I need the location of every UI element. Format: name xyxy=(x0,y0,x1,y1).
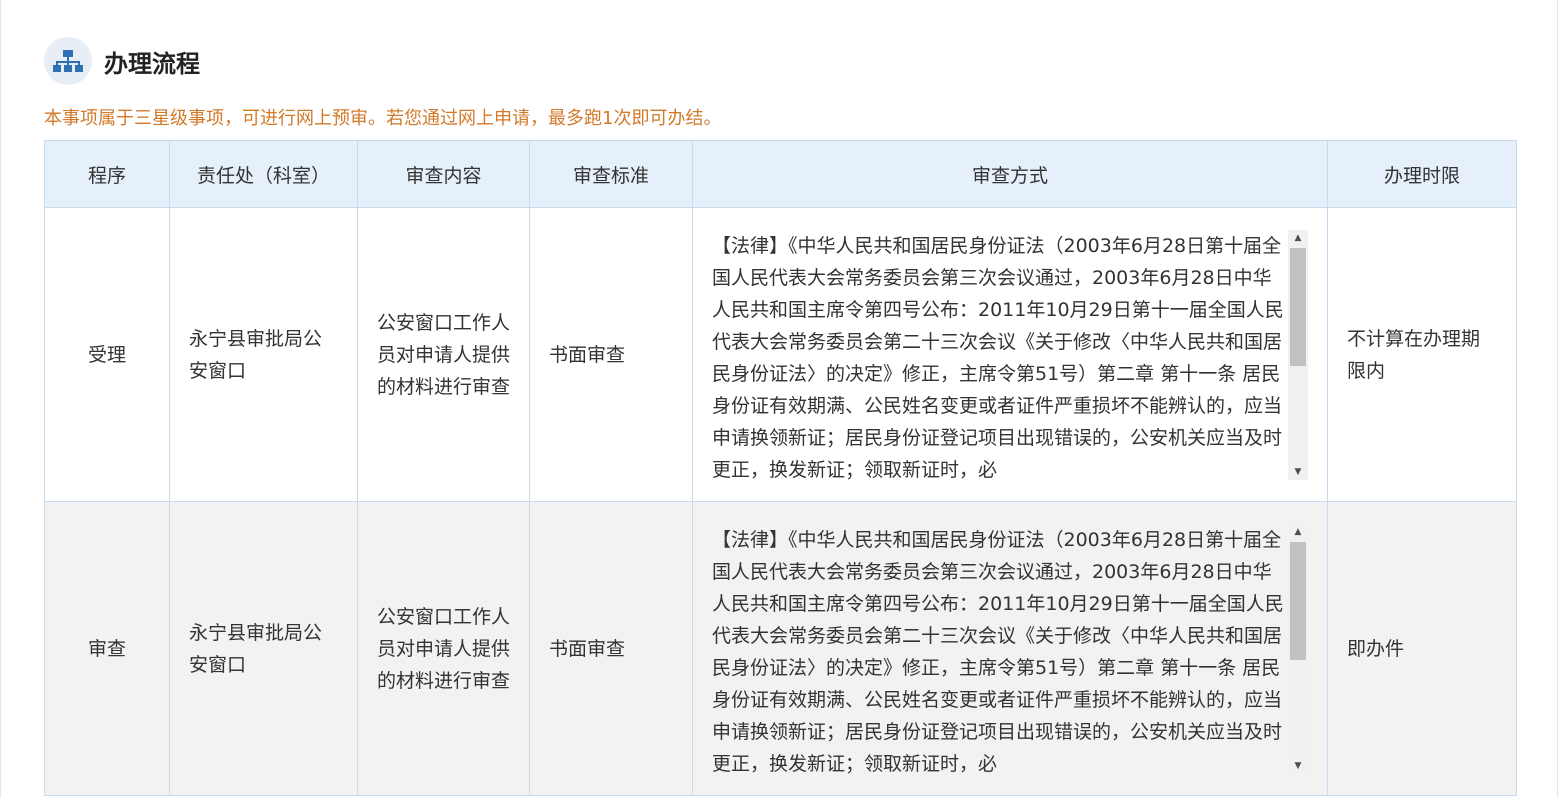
method-text: 【法律】《中华人民共和国居民身份证法（2003年6月28日第十届全国人民代表大会… xyxy=(712,234,1284,480)
table-row: 审查 永宁县审批局公安窗口 公安窗口工作人员对申请人提供的材料进行审查 书面审查… xyxy=(44,501,1517,796)
process-table: 程序 责任处（科室） 审查内容 审查标准 审查方式 办理时限 受理 永宁县审批局… xyxy=(44,140,1517,796)
header-method: 审查方式 xyxy=(692,140,1328,208)
vertical-scrollbar[interactable]: ▲ ▼ xyxy=(1288,523,1308,774)
cell-method: 【法律】《中华人民共和国居民身份证法（2003年6月28日第十届全国人民代表大会… xyxy=(692,501,1328,796)
scroll-down-arrow-icon[interactable]: ▼ xyxy=(1288,464,1308,480)
notice-text: 本事项属于三星级事项，可进行网上预审。若您通过网上申请，最多跑1次即可办结。 xyxy=(44,108,722,129)
section-title: 办理流程 xyxy=(104,49,200,78)
header-step: 程序 xyxy=(44,140,170,208)
cell-content: 公安窗口工作人员对申请人提供的材料进行审查 xyxy=(357,207,530,502)
header-dept: 责任处（科室） xyxy=(169,140,358,208)
cell-content: 公安窗口工作人员对申请人提供的材料进行审查 xyxy=(357,501,530,796)
cell-dept: 永宁县审批局公安窗口 xyxy=(169,207,358,502)
vertical-scrollbar[interactable]: ▲ ▼ xyxy=(1288,229,1308,480)
scrollbar-thumb[interactable] xyxy=(1290,247,1306,366)
scroll-down-arrow-icon[interactable]: ▼ xyxy=(1288,758,1308,774)
cell-standard: 书面审查 xyxy=(529,207,693,502)
scroll-up-arrow-icon[interactable]: ▲ xyxy=(1288,230,1308,246)
cell-dept: 永宁县审批局公安窗口 xyxy=(169,501,358,796)
header-time-limit: 办理时限 xyxy=(1327,140,1517,208)
cell-standard: 书面审查 xyxy=(529,501,693,796)
table-row: 受理 永宁县审批局公安窗口 公安窗口工作人员对申请人提供的材料进行审查 书面审查… xyxy=(44,207,1517,502)
page: 办理流程 本事项属于三星级事项，可进行网上预审。若您通过网上申请，最多跑1次即可… xyxy=(0,0,1558,798)
method-text: 【法律】《中华人民共和国居民身份证法（2003年6月28日第十届全国人民代表大会… xyxy=(712,528,1284,774)
method-scroll-box[interactable]: 【法律】《中华人民共和国居民身份证法（2003年6月28日第十届全国人民代表大会… xyxy=(712,229,1308,480)
cell-step: 受理 xyxy=(44,207,170,502)
scrollbar-thumb[interactable] xyxy=(1290,541,1306,660)
cell-step: 审查 xyxy=(44,501,170,796)
cell-time-limit: 不计算在办理期限内 xyxy=(1327,207,1517,502)
scroll-up-arrow-icon[interactable]: ▲ xyxy=(1288,524,1308,540)
cell-method: 【法律】《中华人民共和国居民身份证法（2003年6月28日第十届全国人民代表大会… xyxy=(692,207,1328,502)
section-header: 办理流程 xyxy=(44,37,200,85)
header-content: 审查内容 xyxy=(357,140,530,208)
header-standard: 审查标准 xyxy=(529,140,693,208)
table-header-row: 程序 责任处（科室） 审查内容 审查标准 审查方式 办理时限 xyxy=(44,140,1517,208)
sitemap-icon xyxy=(44,37,92,85)
method-scroll-box[interactable]: 【法律】《中华人民共和国居民身份证法（2003年6月28日第十届全国人民代表大会… xyxy=(712,523,1308,774)
cell-time-limit: 即办件 xyxy=(1327,501,1517,796)
